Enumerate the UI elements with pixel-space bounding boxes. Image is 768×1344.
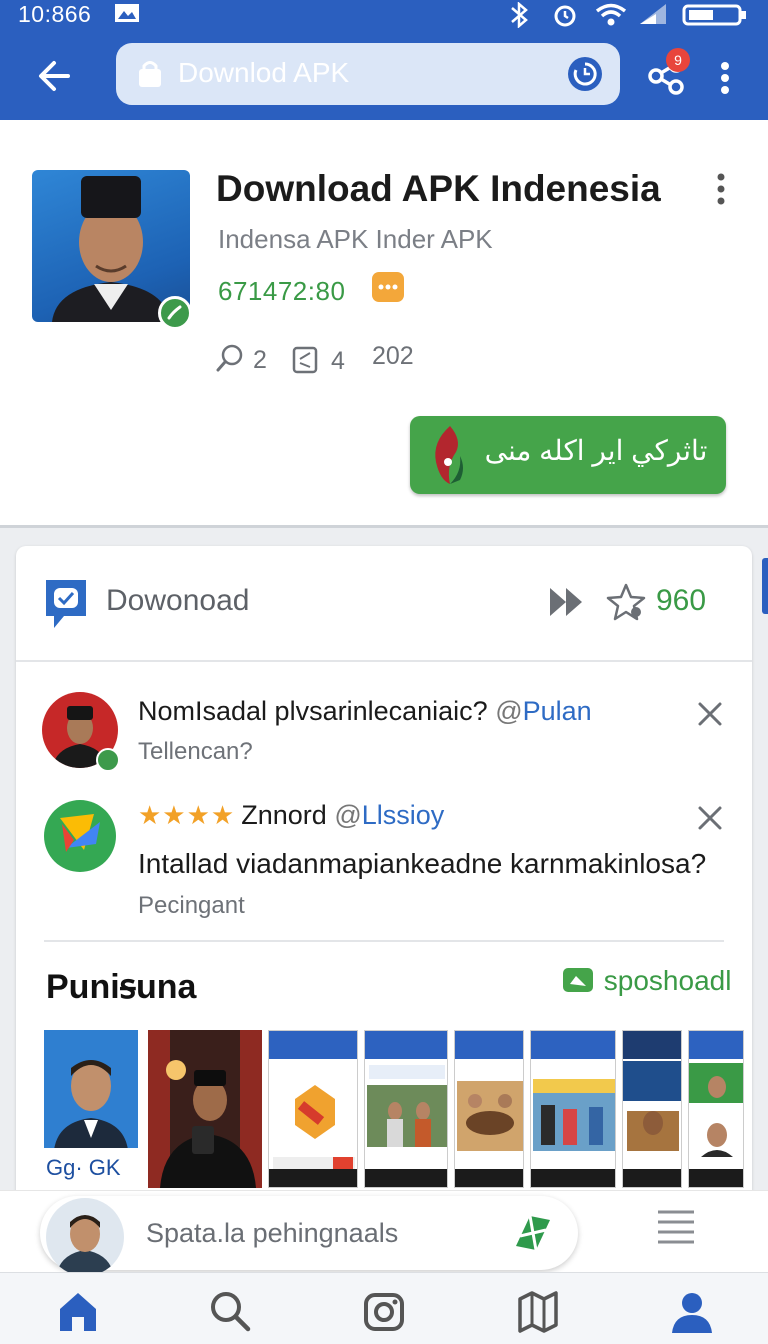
- reload-icon: [573, 62, 597, 86]
- close-icon[interactable]: [696, 804, 724, 832]
- screenshot-thumb[interactable]: [622, 1030, 682, 1188]
- puzzle-star-icon[interactable]: [606, 582, 650, 622]
- reply-icon: [216, 344, 243, 372]
- stat-replies: 2: [252, 346, 267, 374]
- signal-icon: [640, 4, 666, 24]
- gallery-caption: Gg· GK: [44, 1148, 138, 1188]
- rating-count: 960: [656, 584, 707, 617]
- browser-toolbar: Downlod APK 9: [0, 34, 768, 120]
- brand-leaf-icon: [516, 1215, 550, 1251]
- wifi-icon: [595, 3, 627, 26]
- screenshot-gallery: Gg· GK: [44, 1030, 752, 1190]
- search-input[interactable]: Spata.la pehingnaals: [146, 1218, 398, 1249]
- verified-icon: [96, 748, 120, 772]
- section-link[interactable]: sposhoadl: [562, 964, 731, 997]
- image-icon: [115, 4, 139, 22]
- comment-title: ★★★★ Znnord @Llssioy: [138, 800, 445, 830]
- app-number: 671472:80: [218, 276, 346, 306]
- divider: [44, 940, 724, 942]
- status-time: 10:866: [18, 1, 92, 27]
- comment-handle[interactable]: Llssioy: [362, 800, 445, 830]
- app-title: Download APK Indenesia: [216, 168, 661, 209]
- share-doc-icon: [292, 346, 318, 374]
- chat-chip-icon: [372, 272, 404, 302]
- url-bar[interactable]: Downlod APK: [116, 43, 620, 105]
- comment-title: NomIsadal plvsarinlecaniaic? @Pulan: [138, 696, 592, 726]
- app-more-icon[interactable]: [712, 172, 730, 206]
- screenshot-thumb[interactable]: [268, 1030, 358, 1188]
- chat-logo-icon: [46, 580, 86, 628]
- panel-header: Dowonoad 960: [16, 546, 752, 662]
- search-bar[interactable]: Spata.la pehingnaals: [40, 1196, 578, 1276]
- screenshot-thumb[interactable]: [688, 1030, 744, 1188]
- battery-icon: [682, 4, 746, 26]
- fast-forward-icon[interactable]: [546, 584, 586, 620]
- alarm-icon: [554, 5, 576, 27]
- home-icon[interactable]: [54, 1287, 102, 1335]
- comment-author: Znnord: [241, 800, 327, 830]
- stat-count: 202: [372, 342, 414, 370]
- brand-logo-icon: [435, 426, 463, 484]
- comment-handle[interactable]: Pulan: [523, 696, 592, 726]
- search-icon[interactable]: [206, 1287, 254, 1335]
- bag-icon: [139, 61, 161, 87]
- panel-title: Dowonoad: [106, 584, 250, 617]
- app-logo-avatar: [44, 800, 116, 872]
- user-avatar[interactable]: [46, 1198, 124, 1276]
- bottom-nav: [0, 1272, 768, 1344]
- more-vert-icon[interactable]: [712, 56, 738, 100]
- bluetooth-icon: [511, 2, 528, 28]
- comment-body: Intallad viadanmapiankeadne karnmakinlos…: [138, 848, 707, 879]
- menu-list-icon[interactable]: [656, 1208, 696, 1244]
- phone-icon: [167, 305, 182, 320]
- download-badge-icon: [563, 968, 593, 992]
- section-title: Puniꟊuna: [46, 968, 197, 1006]
- comment-subtitle: Tellencan?: [138, 738, 253, 765]
- status-bar: 10:866: [0, 0, 768, 34]
- notification-badge: 9: [666, 48, 690, 72]
- app-header-card: Download APK Indenesia Indensa APK Inder…: [0, 120, 768, 528]
- install-button[interactable]: تاثرکي اير اكله منى: [410, 416, 726, 494]
- camera-icon[interactable]: [360, 1287, 408, 1335]
- screenshot-thumb[interactable]: [148, 1030, 262, 1188]
- screenshot-thumb[interactable]: [530, 1030, 616, 1188]
- app-subtitle: Indensa APK Inder APK: [218, 224, 493, 254]
- edge-tab: [762, 558, 768, 614]
- install-label: تاثرکي اير اكله منى: [484, 435, 708, 466]
- profile-icon[interactable]: [668, 1287, 716, 1335]
- screenshot-thumb[interactable]: [454, 1030, 524, 1188]
- url-text: Downlod APK: [178, 57, 350, 88]
- rating-stars: ★★★★: [138, 800, 236, 830]
- comment-subtitle: Pecingant: [138, 892, 245, 919]
- map-icon[interactable]: [514, 1287, 562, 1335]
- reload-button[interactable]: [568, 57, 602, 91]
- close-icon[interactable]: [696, 700, 724, 728]
- verified-badge: [158, 296, 192, 330]
- screenshot-thumb[interactable]: [364, 1030, 448, 1188]
- back-arrow-icon[interactable]: [34, 54, 78, 98]
- stat-shares: 4: [330, 347, 345, 375]
- screenshot-thumb[interactable]: Gg· GK: [44, 1030, 138, 1188]
